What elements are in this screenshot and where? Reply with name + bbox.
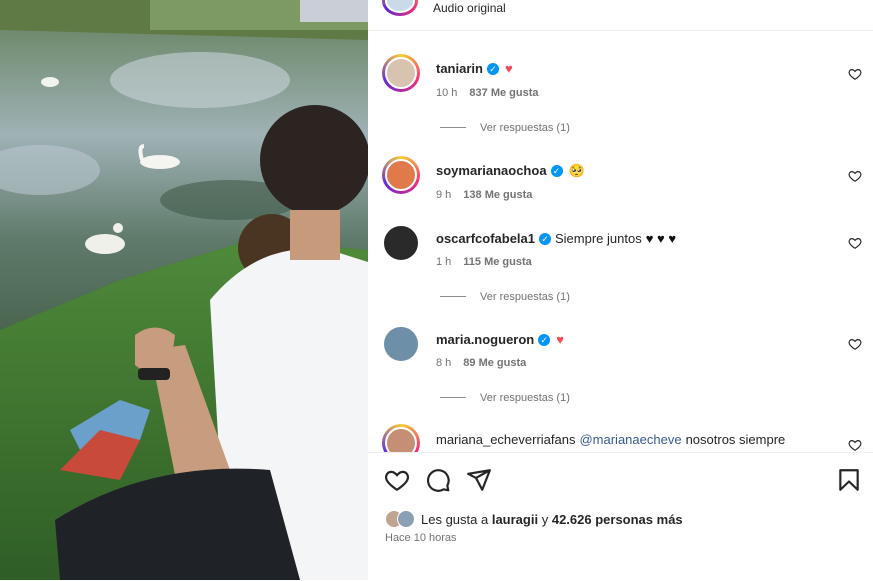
post-header: Audio original <box>368 0 873 31</box>
avatar[interactable] <box>382 224 420 262</box>
likes-summary[interactable]: Les gusta a lauragii y 42.626 personas m… <box>385 510 683 528</box>
heart-outline-icon[interactable] <box>848 67 862 81</box>
comment-time: 1 h <box>436 256 452 268</box>
comment-likes[interactable]: 89 Me gusta <box>463 357 526 369</box>
view-replies-label: Ver respuestas (1) <box>480 122 570 134</box>
heart-outline-icon[interactable] <box>848 236 862 250</box>
view-replies-button[interactable]: Ver respuestas (1) <box>440 392 570 404</box>
comment-bubble-icon[interactable] <box>425 467 451 493</box>
post-timestamp: Hace 10 horas <box>385 532 457 544</box>
view-replies-label: Ver respuestas (1) <box>480 291 570 303</box>
heart-emoji: ♥ <box>556 332 564 347</box>
verified-badge-icon: ✓ <box>550 165 563 177</box>
view-replies-button[interactable]: Ver respuestas (1) <box>440 122 570 134</box>
comment-time: 9 h <box>436 189 452 201</box>
replies-divider <box>440 296 466 297</box>
comment-username[interactable]: maria.nogueron <box>436 332 534 347</box>
bookmark-icon[interactable] <box>836 467 862 493</box>
replies-divider <box>440 397 466 398</box>
comment-likes[interactable]: 115 Me gusta <box>463 256 531 268</box>
comment-username[interactable]: mariana_echeverriafans <box>436 432 575 447</box>
audio-link[interactable]: Audio original <box>433 1 506 15</box>
comment-username[interactable]: taniarin <box>436 61 483 76</box>
verified-badge-icon: ✓ <box>486 63 499 75</box>
comments-panel: Audio original taniarin ✓ ♥ 10 h 837 Me gus… <box>368 0 873 581</box>
liker-avatar <box>397 510 415 528</box>
heart-outline-icon[interactable] <box>848 438 862 452</box>
replies-divider <box>440 127 466 128</box>
likes-prefix: Les gusta a <box>421 512 489 527</box>
heart-outline-icon[interactable] <box>848 169 862 183</box>
view-replies-button[interactable]: Ver respuestas (1) <box>440 291 570 303</box>
post-photo <box>0 0 368 580</box>
paper-plane-icon[interactable] <box>466 467 492 493</box>
comment-likes[interactable]: 138 Me gusta <box>463 189 532 201</box>
heart-emoji: ♥ <box>504 61 513 76</box>
likes-count[interactable]: 42.626 personas más <box>552 512 683 527</box>
comment-mention[interactable]: @marianaecheve <box>579 432 681 447</box>
comment-username[interactable]: oscarfcofabela1 <box>436 231 535 246</box>
comment-username[interactable]: soymarianaochoa <box>436 163 547 178</box>
avatar[interactable] <box>382 156 420 194</box>
avatar[interactable] <box>382 325 420 363</box>
black-hearts-emoji: ♥ ♥ ♥ <box>645 231 677 246</box>
comment-likes[interactable]: 837 Me gusta <box>469 87 538 99</box>
comment-time: 10 h <box>436 87 458 99</box>
post-photo-illustration <box>0 0 368 580</box>
heart-outline-icon[interactable] <box>848 337 862 351</box>
view-replies-label: Ver respuestas (1) <box>480 392 570 404</box>
author-avatar[interactable] <box>382 0 418 16</box>
verified-badge-icon: ✓ <box>538 334 551 346</box>
heart-outline-icon[interactable] <box>384 467 410 493</box>
pleading-face-emoji: 🥺 <box>568 163 585 178</box>
post-actions-bar: Les gusta a lauragii y 42.626 personas m… <box>368 452 873 581</box>
likes-joiner: y <box>541 512 549 527</box>
comment-time: 8 h <box>436 357 452 369</box>
liker-username[interactable]: lauragii <box>492 512 538 527</box>
verified-badge-icon: ✓ <box>539 233 551 245</box>
avatar[interactable] <box>382 54 420 92</box>
comment-text: Siempre juntos <box>555 231 642 246</box>
comment-text: nosotros siempre <box>685 432 786 447</box>
